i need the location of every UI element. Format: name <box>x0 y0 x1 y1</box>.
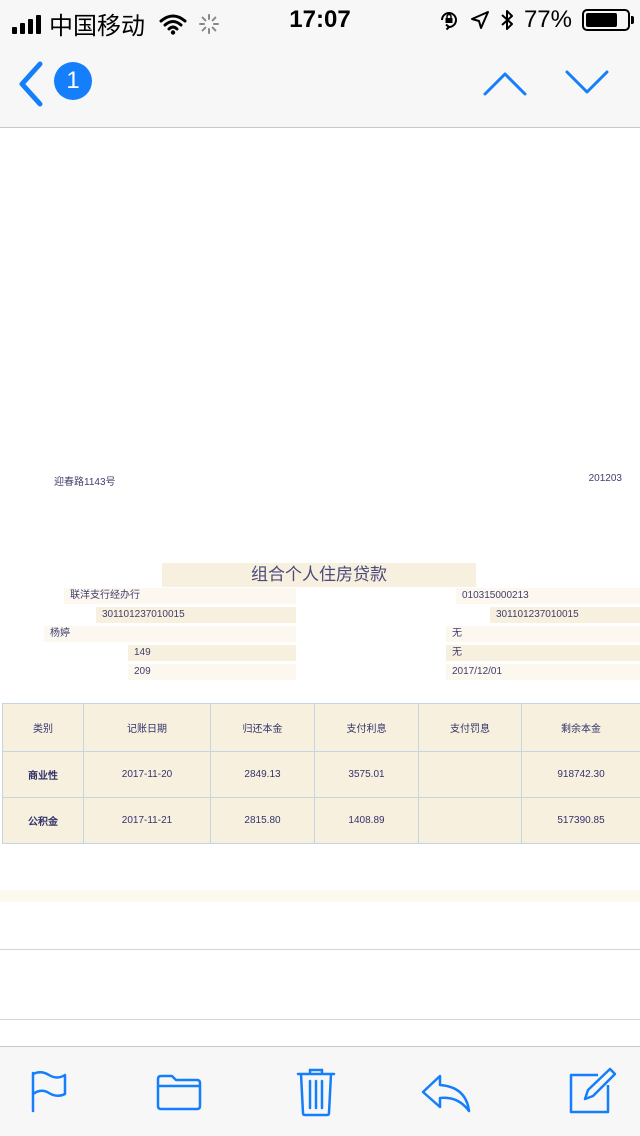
header-category: 类别 <box>2 703 84 752</box>
flag-icon[interactable] <box>30 1069 68 1113</box>
repayment-table: 类别 记账日期 归还本金 支付利息 支付罚息 剩余本金 商业性 2017-11-… <box>2 703 640 844</box>
compose-icon[interactable] <box>568 1067 618 1115</box>
table-cell: 1408.89 <box>314 797 419 844</box>
folder-icon[interactable] <box>156 1073 202 1111</box>
table-cell: 517390.85 <box>521 797 640 844</box>
table-row: 商业性 2017-11-20 2849.13 3575.01 918742.30 <box>2 751 640 798</box>
status-right: 77% <box>438 6 634 34</box>
table-cell: 2017-11-21 <box>83 797 211 844</box>
table-cell: 公积金 <box>2 797 84 844</box>
left-field-name: 杨婷 <box>44 626 296 642</box>
period-text: 201203 <box>588 473 622 484</box>
table-cell: 商业性 <box>2 751 84 798</box>
table-cell: 2017-11-20 <box>83 751 211 798</box>
header-posting-date: 记账日期 <box>83 703 211 752</box>
header-interest-paid: 支付利息 <box>314 703 419 752</box>
footer-band <box>0 890 640 902</box>
next-message-icon[interactable] <box>564 64 610 98</box>
right-field-account: 301101237010015 <box>490 607 640 623</box>
divider <box>0 1019 640 1020</box>
previous-message-icon[interactable] <box>482 66 528 100</box>
orientation-lock-icon <box>440 12 457 31</box>
table-cell: 3575.01 <box>314 751 419 798</box>
table-cell <box>418 797 522 844</box>
right-field-code: 010315000213 <box>456 588 640 604</box>
trash-icon[interactable] <box>296 1067 336 1117</box>
table-header-row: 类别 记账日期 归还本金 支付利息 支付罚息 剩余本金 <box>2 703 640 752</box>
table-cell: 2849.13 <box>210 751 315 798</box>
left-field-branch: 联洋支行经办行 <box>64 588 296 604</box>
left-field-account: 301101237010015 <box>96 607 296 623</box>
header-penalty-paid: 支付罚息 <box>418 703 522 752</box>
right-field-none-1: 无 <box>446 626 640 642</box>
right-field-date: 2017/12/01 <box>446 664 640 680</box>
header-principal-repaid: 归还本金 <box>210 703 315 752</box>
table-cell: 2815.80 <box>210 797 315 844</box>
back-count-badge[interactable]: 1 <box>54 62 92 100</box>
battery-fill <box>586 13 617 27</box>
statement-title: 组合个人住房贷款 <box>162 563 476 587</box>
statement-content[interactable]: 迎春路1143号 201203 组合个人住房贷款 联洋支行经办行 3011012… <box>0 129 640 1046</box>
status-bar: 中国移动 17:07 77% <box>0 0 640 40</box>
location-icon <box>470 11 489 29</box>
mail-toolbar <box>0 1046 640 1136</box>
left-field-value-2: 209 <box>128 664 296 680</box>
navigation-bar: 1 <box>0 40 640 128</box>
battery-icon <box>582 9 634 31</box>
table-cell: 918742.30 <box>521 751 640 798</box>
bluetooth-icon <box>501 10 513 30</box>
address-text: 迎春路1143号 <box>54 477 116 488</box>
table-cell <box>418 751 522 798</box>
header-remaining-principal: 剩余本金 <box>521 703 640 752</box>
right-field-none-2: 无 <box>446 645 640 661</box>
left-field-value-1: 149 <box>128 645 296 661</box>
table-row: 公积金 2017-11-21 2815.80 1408.89 517390.85 <box>2 797 640 844</box>
reply-icon[interactable] <box>420 1073 472 1113</box>
battery-percent: 77% <box>523 6 572 33</box>
back-chevron-icon[interactable] <box>14 60 48 108</box>
divider <box>0 949 640 950</box>
